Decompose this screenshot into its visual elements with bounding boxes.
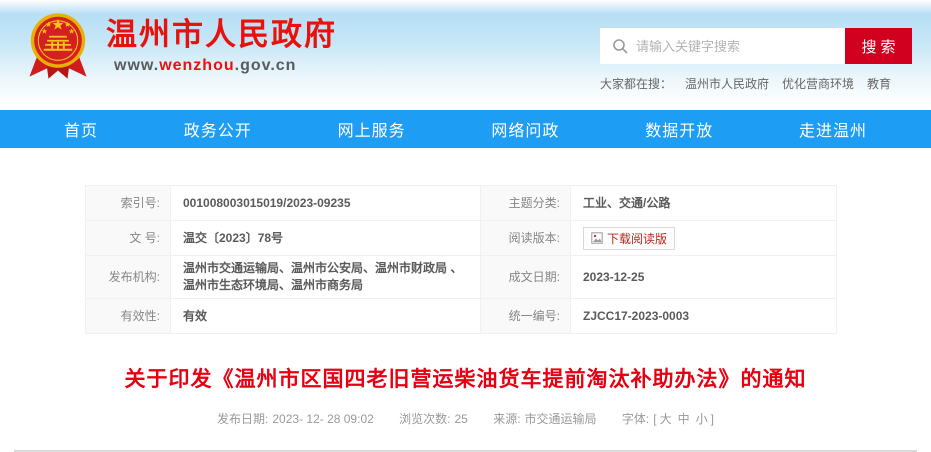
hot-search-link[interactable]: 优化营商环境 (782, 77, 854, 91)
url-domain: wenzhou (159, 57, 234, 74)
topic-category-value: 工业、交通/公路 (570, 185, 837, 220)
download-reading-version-label: 下载阅读版 (607, 230, 667, 247)
nav-item-open-data[interactable]: 数据开放 (645, 117, 713, 141)
search-icon (612, 38, 628, 54)
font-size-switch: 字体:[大中小] (622, 412, 714, 426)
issuing-agency-label: 发布机构: (85, 255, 170, 298)
national-emblem-icon (24, 10, 92, 82)
hot-search-label: 大家都在搜： (600, 77, 672, 91)
search-bar: 搜索 (600, 28, 912, 64)
validity-label: 有效性: (85, 298, 170, 333)
nav-item-online-politics[interactable]: 网络问政 (491, 117, 559, 141)
hot-search-link[interactable]: 教育 (867, 77, 891, 91)
search-input[interactable] (636, 39, 833, 54)
font-size-medium[interactable]: 中 (678, 412, 690, 426)
article-meta: 发布日期:2023- 12- 28 09:02 浏览次数:25 来源:市交通运输… (0, 410, 931, 427)
written-date-value: 2023-12-25 (570, 255, 837, 298)
site-url: www.wenzhou.gov.cn (114, 57, 337, 75)
topic-category-label: 主题分类: (480, 185, 570, 220)
issuing-agency-value: 温州市交通运输局、温州市公安局、温州市财政局 、温州市生态环境局、温州市商务局 (170, 255, 480, 298)
search-input-wrap (600, 28, 845, 64)
index-number-label: 索引号: (85, 185, 170, 220)
font-size-large[interactable]: 大 (660, 412, 672, 426)
doc-number-label: 文 号: (85, 220, 170, 255)
url-www: www. (114, 57, 159, 74)
unified-number-value: ZJCC17-2023-0003 (570, 298, 837, 333)
written-date-label: 成文日期: (480, 255, 570, 298)
source: 来源:市交通运输局 (493, 412, 596, 426)
url-suffix: .gov.cn (235, 57, 297, 74)
site-header: 温州市人民政府 www.wenzhou.gov.cn 搜索 大家都在搜： 温州市人… (0, 0, 931, 110)
search-button[interactable]: 搜索 (845, 28, 912, 64)
site-title: 温州市人民政府 (106, 18, 337, 52)
view-count: 浏览次数:25 (399, 412, 468, 426)
reading-version-label: 阅读版本: (480, 220, 570, 255)
main-nav: 首页 政务公开 网上服务 网络问政 数据开放 走进温州 (0, 110, 931, 148)
publish-date: 发布日期:2023- 12- 28 09:02 (217, 412, 374, 426)
download-reading-version-button[interactable]: 下载阅读版 (583, 227, 675, 250)
site-logo[interactable]: 温州市人民政府 www.wenzhou.gov.cn (24, 10, 337, 82)
nav-item-about-wenzhou[interactable]: 走进温州 (799, 117, 867, 141)
font-size-small[interactable]: 小 (696, 412, 708, 426)
validity-value: 有效 (170, 298, 480, 333)
index-number-value: 001008003015019/2023-09235 (170, 185, 480, 220)
nav-item-gov-affairs[interactable]: 政务公开 (184, 117, 252, 141)
nav-item-home[interactable]: 首页 (64, 117, 98, 141)
unified-number-label: 统一编号: (480, 298, 570, 333)
doc-number-value: 温交〔2023〕78号 (170, 220, 480, 255)
search-area: 搜索 大家都在搜： 温州市人民政府优化营商环境教育 (600, 28, 912, 92)
download-icon (591, 232, 603, 244)
document-meta-table: 索引号: 001008003015019/2023-09235 主题分类: 工业… (85, 185, 837, 334)
hot-search-link[interactable]: 温州市人民政府 (685, 77, 769, 91)
article-title: 关于印发《温州市区国四老旧营运柴油货车提前淘汰补助办法》的通知 (0, 363, 931, 393)
nav-item-online-services[interactable]: 网上服务 (338, 117, 406, 141)
hot-search: 大家都在搜： 温州市人民政府优化营商环境教育 (600, 75, 912, 92)
